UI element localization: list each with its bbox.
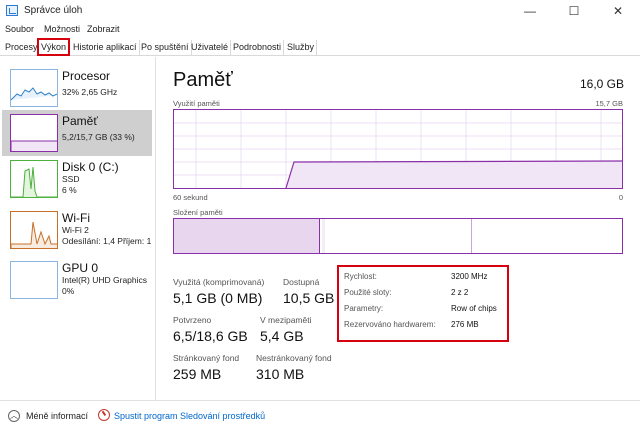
sidebar-item-detail: 6 %	[62, 185, 77, 195]
tab-performance[interactable]: Výkon	[37, 38, 71, 56]
fewer-details-link[interactable]: Méně informací	[26, 411, 88, 421]
sidebar-item-disk[interactable]: Disk 0 (C:) SSD 6 %	[2, 156, 152, 202]
resource-monitor-icon	[98, 409, 110, 421]
prop-form-factor-label: Parametry:	[344, 304, 384, 313]
tab-processes[interactable]: Procesy	[3, 40, 41, 55]
tab-startup[interactable]: Po spuštění	[139, 40, 192, 55]
sidebar: Procesor 32% 2,65 GHz Paměť 5,2/15,7 GB …	[0, 57, 156, 400]
tab-app-history[interactable]: Historie aplikací	[71, 40, 140, 55]
sidebar-item-detail: Wi-Fi 2	[62, 225, 89, 235]
committed-value: 6,5/18,6 GB	[173, 328, 248, 344]
usage-graph-label: Využití paměti	[173, 99, 220, 108]
window-title: Správce úloh	[24, 5, 83, 16]
sidebar-item-label: Disk 0 (C:)	[62, 160, 119, 174]
sidebar-item-label: Wi-Fi	[62, 211, 90, 225]
sidebar-item-label: Procesor	[62, 69, 111, 83]
memory-thumbnail-graph	[10, 114, 58, 152]
page-title: Paměť	[173, 69, 233, 91]
sidebar-item-label: GPU 0	[62, 261, 99, 275]
nonpaged-pool-label: Nestránkovaný fond	[256, 353, 332, 363]
time-axis-right: 0	[618, 193, 623, 202]
prop-slots-value: 2 z 2	[451, 288, 469, 297]
gpu-thumbnail-graph	[10, 261, 58, 299]
menu-view[interactable]: Zobrazit	[87, 24, 120, 34]
sidebar-item-gpu[interactable]: GPU 0 Intel(R) UHD Graphics 0%	[2, 257, 152, 303]
available-label: Dostupná	[283, 277, 320, 287]
cached-label: V mezipaměti	[260, 315, 312, 325]
paged-pool-value: 259 MB	[173, 366, 222, 382]
committed-label: Potvrzeno	[173, 315, 212, 325]
sidebar-item-label: Paměť	[62, 114, 98, 128]
sidebar-item-memory[interactable]: Paměť 5,2/15,7 GB (33 %)	[2, 110, 152, 156]
composition-in-use	[174, 219, 320, 253]
sidebar-item-detail: Odesílání: 1,4 Příjem: 1!	[62, 236, 152, 246]
usage-graph-max: 15,7 GB	[595, 99, 623, 108]
composition-label: Složení paměti	[173, 208, 223, 217]
composition-modified	[322, 219, 325, 253]
tab-users[interactable]: Uživatelé	[189, 40, 232, 55]
minimize-button[interactable]: —	[508, 0, 552, 22]
title-bar: Správce úloh — ☐ ✕	[0, 0, 640, 22]
memory-panel: Paměť 16,0 GB Využití paměti 15,7 GB 60 …	[157, 57, 640, 400]
task-manager-icon	[6, 5, 18, 16]
time-axis-left: 60 sekund	[173, 193, 208, 202]
sidebar-item-detail: Intel(R) UHD Graphics	[62, 275, 148, 285]
paged-pool-label: Stránkovaný fond	[173, 353, 240, 363]
memory-composition-bar	[173, 218, 623, 254]
menu-options[interactable]: Možnosti	[44, 24, 80, 34]
tab-details[interactable]: Podrobnosti	[231, 40, 285, 55]
menu-file[interactable]: Soubor	[5, 24, 34, 34]
memory-usage-graph	[173, 109, 623, 189]
sidebar-item-detail: 32% 2,65 GHz	[62, 87, 118, 97]
prop-form-factor-value: Row of chips	[451, 304, 497, 313]
tab-bar: Procesy Výkon Historie aplikací Po spušt…	[0, 38, 640, 56]
menu-bar: Soubor Možnosti Zobrazit	[0, 22, 640, 38]
wifi-thumbnail-graph	[10, 211, 58, 249]
in-use-value: 5,1 GB (0 MB)	[173, 290, 263, 306]
prop-slots-label: Použité sloty:	[344, 288, 392, 297]
total-memory: 16,0 GB	[579, 77, 624, 91]
available-value: 10,5 GB	[283, 290, 335, 306]
sidebar-item-detail: 5,2/15,7 GB (33 %)	[62, 132, 135, 142]
sidebar-item-wifi[interactable]: Wi-Fi Wi-Fi 2 Odesílání: 1,4 Příjem: 1!	[2, 207, 152, 253]
open-resource-monitor-link[interactable]: Spustit program Sledování prostředků	[114, 411, 265, 421]
sidebar-item-detail: SSD	[62, 174, 80, 184]
nonpaged-pool-value: 310 MB	[256, 366, 305, 382]
prop-speed-value: 3200 MHz	[451, 272, 488, 281]
prop-reserved-label: Rezervováno hardwarem:	[344, 320, 436, 329]
tab-services[interactable]: Služby	[285, 40, 318, 55]
in-use-label: Využitá (komprimovaná)	[173, 277, 265, 287]
cached-value: 5,4 GB	[260, 328, 304, 344]
prop-speed-label: Rychlost:	[344, 272, 377, 281]
sidebar-item-detail: 0%	[62, 286, 75, 296]
disk-thumbnail-graph	[10, 160, 58, 198]
prop-reserved-value: 276 MB	[451, 320, 479, 329]
footer: ︿ Méně informací Spustit program Sledová…	[0, 400, 640, 434]
chevron-up-icon[interactable]: ︿	[8, 410, 20, 422]
sidebar-item-cpu[interactable]: Procesor 32% 2,65 GHz	[2, 65, 152, 111]
maximize-button[interactable]: ☐	[552, 0, 596, 22]
memory-properties: Rychlost: 3200 MHz Použité sloty: 2 z 2 …	[337, 265, 509, 342]
close-button[interactable]: ✕	[596, 0, 640, 22]
composition-divider	[471, 219, 472, 253]
cpu-thumbnail-graph	[10, 69, 58, 107]
